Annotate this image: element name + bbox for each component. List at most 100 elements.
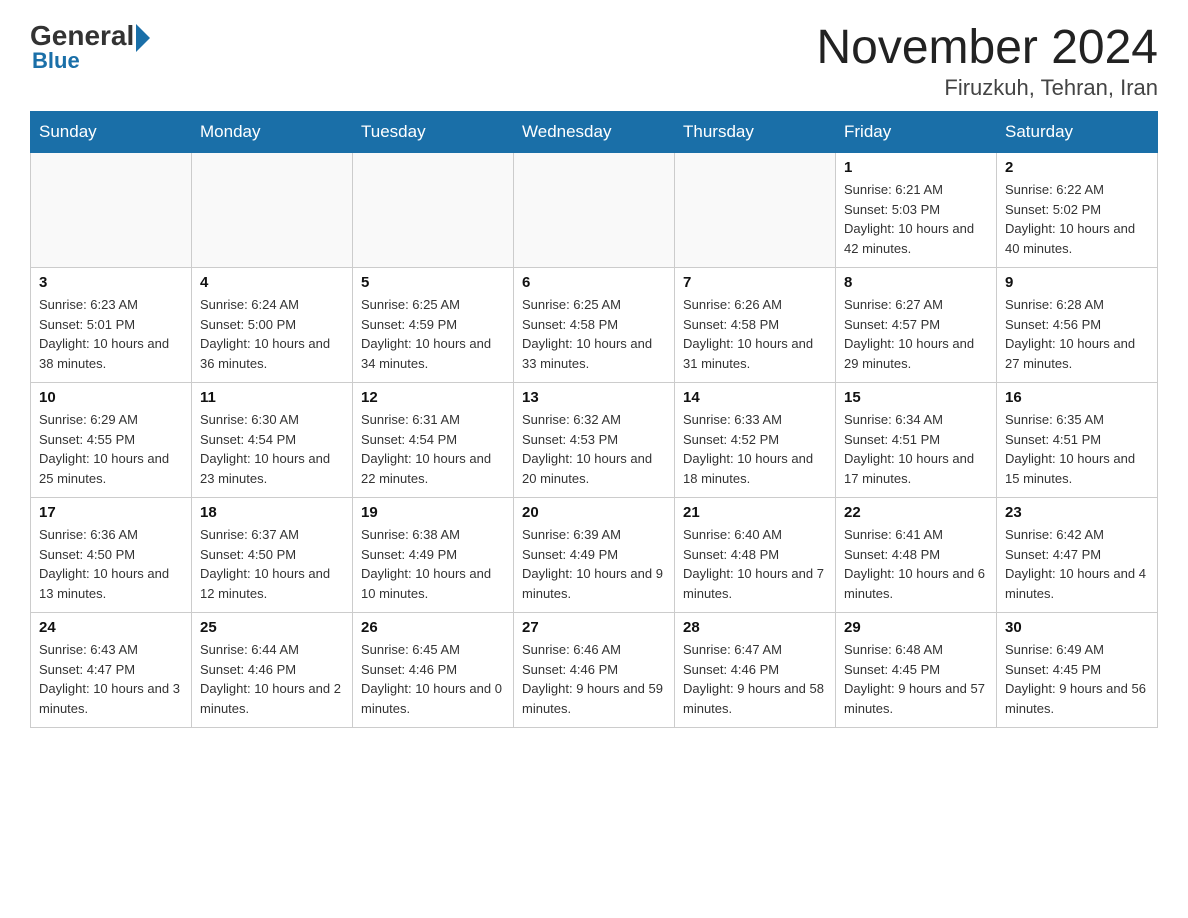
page-header: General Blue November 2024 Firuzkuh, Teh… (30, 20, 1158, 101)
calendar-cell: 20Sunrise: 6:39 AMSunset: 4:49 PMDayligh… (514, 498, 675, 613)
day-info: Daylight: 10 hours and 25 minutes. (39, 449, 183, 488)
calendar-cell: 19Sunrise: 6:38 AMSunset: 4:49 PMDayligh… (353, 498, 514, 613)
day-info: Sunrise: 6:38 AM (361, 525, 505, 545)
week-row-4: 17Sunrise: 6:36 AMSunset: 4:50 PMDayligh… (31, 498, 1158, 613)
day-info: Sunrise: 6:25 AM (522, 295, 666, 315)
day-number: 29 (844, 619, 988, 636)
calendar-cell (514, 153, 675, 268)
calendar-cell: 18Sunrise: 6:37 AMSunset: 4:50 PMDayligh… (192, 498, 353, 613)
day-info: Sunset: 4:45 PM (844, 660, 988, 680)
day-info: Sunset: 4:53 PM (522, 430, 666, 450)
weekday-header-saturday: Saturday (997, 112, 1158, 153)
day-info: Sunrise: 6:48 AM (844, 640, 988, 660)
day-info: Sunset: 4:55 PM (39, 430, 183, 450)
day-info: Sunrise: 6:22 AM (1005, 180, 1149, 200)
day-info: Sunset: 4:48 PM (683, 545, 827, 565)
day-number: 16 (1005, 389, 1149, 406)
day-info: Daylight: 10 hours and 31 minutes. (683, 334, 827, 373)
day-info: Sunrise: 6:37 AM (200, 525, 344, 545)
calendar-cell: 30Sunrise: 6:49 AMSunset: 4:45 PMDayligh… (997, 613, 1158, 728)
calendar-cell (192, 153, 353, 268)
day-number: 1 (844, 159, 988, 176)
day-number: 28 (683, 619, 827, 636)
day-number: 6 (522, 274, 666, 291)
day-info: Sunrise: 6:46 AM (522, 640, 666, 660)
calendar-cell: 21Sunrise: 6:40 AMSunset: 4:48 PMDayligh… (675, 498, 836, 613)
day-info: Daylight: 10 hours and 7 minutes. (683, 564, 827, 603)
calendar-cell: 11Sunrise: 6:30 AMSunset: 4:54 PMDayligh… (192, 383, 353, 498)
day-info: Sunset: 4:46 PM (522, 660, 666, 680)
calendar-cell: 1Sunrise: 6:21 AMSunset: 5:03 PMDaylight… (836, 153, 997, 268)
day-number: 7 (683, 274, 827, 291)
calendar-cell: 5Sunrise: 6:25 AMSunset: 4:59 PMDaylight… (353, 268, 514, 383)
day-number: 13 (522, 389, 666, 406)
day-info: Sunset: 4:51 PM (1005, 430, 1149, 450)
calendar-cell: 4Sunrise: 6:24 AMSunset: 5:00 PMDaylight… (192, 268, 353, 383)
day-info: Daylight: 9 hours and 59 minutes. (522, 679, 666, 718)
weekday-header-thursday: Thursday (675, 112, 836, 153)
day-number: 17 (39, 504, 183, 521)
day-info: Daylight: 10 hours and 4 minutes. (1005, 564, 1149, 603)
calendar-cell (353, 153, 514, 268)
calendar-cell: 6Sunrise: 6:25 AMSunset: 4:58 PMDaylight… (514, 268, 675, 383)
week-row-5: 24Sunrise: 6:43 AMSunset: 4:47 PMDayligh… (31, 613, 1158, 728)
day-number: 10 (39, 389, 183, 406)
day-info: Daylight: 10 hours and 3 minutes. (39, 679, 183, 718)
day-info: Sunrise: 6:26 AM (683, 295, 827, 315)
day-info: Sunrise: 6:45 AM (361, 640, 505, 660)
day-number: 4 (200, 274, 344, 291)
week-row-1: 1Sunrise: 6:21 AMSunset: 5:03 PMDaylight… (31, 153, 1158, 268)
day-info: Sunset: 4:59 PM (361, 315, 505, 335)
day-number: 26 (361, 619, 505, 636)
title-area: November 2024 Firuzkuh, Tehran, Iran (816, 20, 1158, 101)
day-number: 2 (1005, 159, 1149, 176)
day-info: Sunset: 4:50 PM (39, 545, 183, 565)
day-info: Sunset: 4:46 PM (200, 660, 344, 680)
calendar-cell: 13Sunrise: 6:32 AMSunset: 4:53 PMDayligh… (514, 383, 675, 498)
day-number: 3 (39, 274, 183, 291)
weekday-header-wednesday: Wednesday (514, 112, 675, 153)
calendar-cell: 14Sunrise: 6:33 AMSunset: 4:52 PMDayligh… (675, 383, 836, 498)
day-info: Sunrise: 6:39 AM (522, 525, 666, 545)
day-info: Daylight: 10 hours and 27 minutes. (1005, 334, 1149, 373)
calendar-cell: 25Sunrise: 6:44 AMSunset: 4:46 PMDayligh… (192, 613, 353, 728)
location: Firuzkuh, Tehran, Iran (816, 75, 1158, 101)
day-info: Sunset: 4:49 PM (361, 545, 505, 565)
day-number: 14 (683, 389, 827, 406)
day-info: Daylight: 10 hours and 40 minutes. (1005, 219, 1149, 258)
day-number: 24 (39, 619, 183, 636)
calendar-cell: 7Sunrise: 6:26 AMSunset: 4:58 PMDaylight… (675, 268, 836, 383)
day-info: Sunset: 4:46 PM (361, 660, 505, 680)
day-number: 15 (844, 389, 988, 406)
day-info: Daylight: 10 hours and 20 minutes. (522, 449, 666, 488)
day-info: Sunrise: 6:24 AM (200, 295, 344, 315)
calendar-cell: 12Sunrise: 6:31 AMSunset: 4:54 PMDayligh… (353, 383, 514, 498)
day-info: Sunset: 5:03 PM (844, 200, 988, 220)
day-info: Sunrise: 6:42 AM (1005, 525, 1149, 545)
calendar-cell: 29Sunrise: 6:48 AMSunset: 4:45 PMDayligh… (836, 613, 997, 728)
day-info: Sunset: 4:54 PM (361, 430, 505, 450)
calendar-cell: 28Sunrise: 6:47 AMSunset: 4:46 PMDayligh… (675, 613, 836, 728)
day-info: Sunset: 4:52 PM (683, 430, 827, 450)
day-info: Sunrise: 6:29 AM (39, 410, 183, 430)
day-info: Daylight: 9 hours and 56 minutes. (1005, 679, 1149, 718)
calendar-cell: 22Sunrise: 6:41 AMSunset: 4:48 PMDayligh… (836, 498, 997, 613)
day-info: Daylight: 10 hours and 42 minutes. (844, 219, 988, 258)
day-info: Sunset: 4:46 PM (683, 660, 827, 680)
day-number: 27 (522, 619, 666, 636)
weekday-header-tuesday: Tuesday (353, 112, 514, 153)
day-info: Daylight: 9 hours and 58 minutes. (683, 679, 827, 718)
calendar-cell (31, 153, 192, 268)
day-info: Sunrise: 6:27 AM (844, 295, 988, 315)
day-info: Sunset: 4:45 PM (1005, 660, 1149, 680)
day-info: Daylight: 10 hours and 23 minutes. (200, 449, 344, 488)
day-info: Daylight: 10 hours and 0 minutes. (361, 679, 505, 718)
logo-arrow-icon (136, 24, 150, 52)
day-number: 8 (844, 274, 988, 291)
day-info: Sunrise: 6:35 AM (1005, 410, 1149, 430)
calendar-header-row: SundayMondayTuesdayWednesdayThursdayFrid… (31, 112, 1158, 153)
day-number: 11 (200, 389, 344, 406)
day-info: Sunrise: 6:49 AM (1005, 640, 1149, 660)
day-info: Sunset: 5:00 PM (200, 315, 344, 335)
calendar-cell: 15Sunrise: 6:34 AMSunset: 4:51 PMDayligh… (836, 383, 997, 498)
